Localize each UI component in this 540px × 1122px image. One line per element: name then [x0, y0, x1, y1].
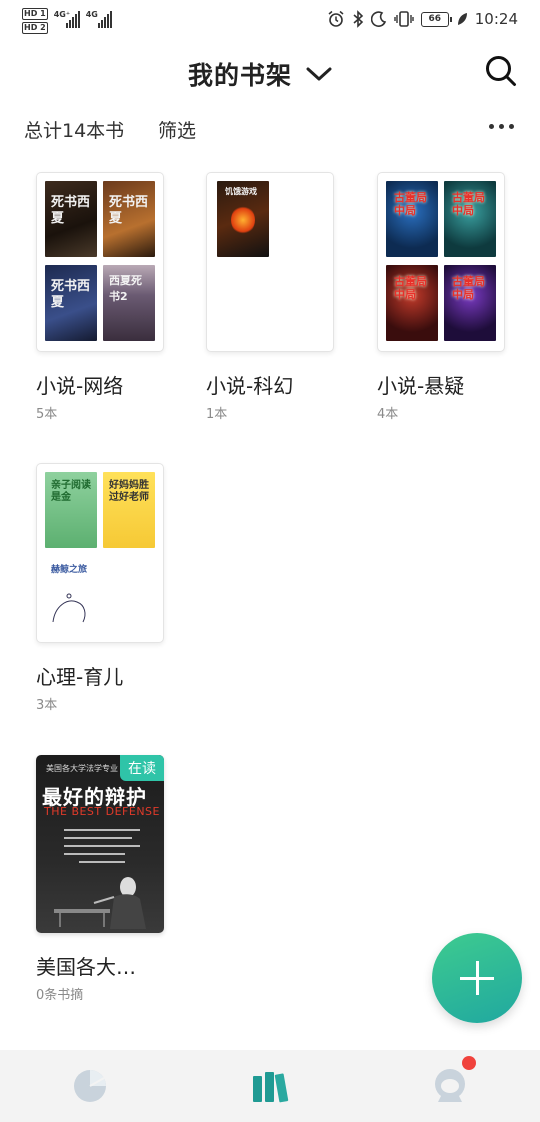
shelf-group-psychology-parenting[interactable]: 亲子阅读是金 好妈妈胜过好老师 赫鲸之旅 心理-育儿 3本 [36, 463, 164, 713]
group-name: 小说-悬疑 [377, 374, 465, 398]
book-cover: 美国各大学法学专业 在读 最好的辩护 THE BEST DEFENSE [36, 755, 164, 933]
cover-series: 美国各大学法学专业 [46, 764, 118, 773]
book-thumb: 饥饿游戏 [217, 181, 269, 257]
bottom-navigation [0, 1050, 540, 1122]
app-header: 我的书架 [0, 48, 540, 98]
battery-indicator: 66 [420, 11, 452, 27]
group-count: 4本 [377, 407, 399, 422]
group-cover: 死书西夏 死书西夏 死书西夏 西夏死书2 [36, 172, 164, 352]
chevron-down-icon [306, 67, 332, 81]
filter-button[interactable]: 筛选 [158, 116, 196, 143]
book-notes-count: 0条书摘 [36, 988, 84, 1003]
group-cover: 亲子阅读是金 好妈妈胜过好老师 赫鲸之旅 [36, 463, 164, 643]
page-title: 我的书架 [188, 61, 293, 90]
profile-tab[interactable] [430, 1056, 476, 1106]
book-thumb: 好妈妈胜过好老师 [103, 472, 155, 548]
shelf-title-dropdown[interactable]: 我的书架 [188, 56, 332, 92]
search-icon[interactable] [484, 54, 518, 88]
book-name: 美国各大… [36, 955, 136, 979]
group-name: 心理-育儿 [36, 665, 124, 689]
shelf-group-scifi-novel[interactable]: 饥饿游戏 小说-科幻 1本 [206, 172, 334, 422]
bluetooth-icon [353, 10, 363, 28]
astronaut-icon [435, 1069, 465, 1102]
bookshelf-icon[interactable] [250, 1066, 290, 1106]
book-thumb: 死书西夏 [45, 265, 97, 341]
shelf-toolbar: 总计14本书 筛选 [0, 112, 540, 146]
moon-icon [370, 11, 386, 27]
signal-icon-sim2: 4G [86, 8, 112, 28]
network-type-sim1: 4G⁺ [53, 10, 71, 19]
group-name: 小说-网络 [36, 374, 124, 398]
signal-icon-sim1: 4G⁺ [54, 8, 80, 28]
group-count: 5本 [36, 407, 58, 422]
book-thumb: 古董局中局 [386, 181, 438, 257]
book-thumb: 亲子阅读是金 [45, 472, 97, 548]
shelf-group-network-novel[interactable]: 死书西夏 死书西夏 死书西夏 西夏死书2 小说-网络 5本 [36, 172, 164, 422]
hd-indicators: HD 1 HD 2 [22, 8, 48, 34]
group-cover: 饥饿游戏 [206, 172, 334, 352]
status-bar: HD 1 HD 2 4G⁺ 4G 66 10:24 [0, 0, 540, 42]
group-count: 1本 [206, 407, 228, 422]
add-book-button[interactable] [432, 933, 522, 1023]
group-name: 小说-科幻 [206, 374, 294, 398]
book-thumb: 古董局中局 [444, 181, 496, 257]
book-thumb: 死书西夏 [103, 181, 155, 257]
book-thumb: 古董局中局 [444, 265, 496, 341]
hd1-badge: HD 1 [22, 8, 48, 20]
book-thumb: 古董局中局 [386, 265, 438, 341]
book-thumb: 赫鲸之旅 [45, 556, 97, 632]
network-type-sim2: 4G [85, 10, 98, 19]
book-thumb: 死书西夏 [45, 181, 97, 257]
shelf-group-mystery-novel[interactable]: 古董局中局 古董局中局 古董局中局 古董局中局 小说-悬疑 4本 [377, 172, 505, 422]
book-total-count: 总计14本书 [24, 120, 125, 142]
reading-status-badge: 在读 [120, 755, 164, 781]
cover-illustration [54, 877, 146, 929]
alarm-icon [328, 10, 344, 27]
reading-book-item[interactable]: 美国各大学法学专业 在读 最好的辩护 THE BEST DEFENSE 美国各大… [36, 755, 164, 1003]
more-dots-icon[interactable] [489, 124, 514, 129]
book-thumb: 西夏死书2 [103, 265, 155, 341]
vibrate-icon [394, 11, 414, 27]
group-cover: 古董局中局 古董局中局 古董局中局 古董局中局 [377, 172, 505, 352]
leaf-icon [457, 13, 467, 25]
pie-chart-icon[interactable] [70, 1066, 110, 1106]
group-count: 3本 [36, 698, 58, 713]
hd2-badge: HD 2 [22, 22, 48, 34]
cover-text-lines [64, 829, 140, 869]
notification-dot [462, 1056, 476, 1070]
cover-subtitle: THE BEST DEFENSE [44, 805, 160, 818]
clock-time: 10:24 [474, 10, 518, 28]
